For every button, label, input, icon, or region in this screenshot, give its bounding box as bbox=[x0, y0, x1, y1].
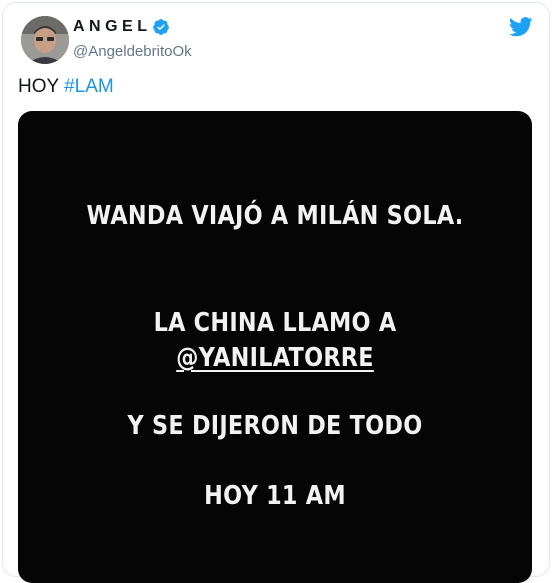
hashtag-link[interactable]: #LAM bbox=[64, 76, 114, 97]
story-text-line-1: WANDA VIAJÓ A MILÁN SOLA. bbox=[86, 201, 464, 231]
tweet-text: HOY #LAM bbox=[18, 76, 114, 98]
avatar[interactable] bbox=[21, 16, 69, 64]
tweet-text-prefix: HOY bbox=[18, 76, 65, 97]
author-handle[interactable]: @AngeldebritoOk bbox=[73, 43, 192, 60]
author-name[interactable]: ANGEL bbox=[73, 18, 152, 36]
story-text-line-5: HOY 11 AM bbox=[204, 481, 346, 511]
story-text-line-4: Y SE DIJERON DE TODO bbox=[127, 411, 423, 441]
verified-badge-icon bbox=[152, 19, 169, 35]
story-text-line-3: @YANILATORRE bbox=[54, 343, 496, 373]
twitter-bird-icon[interactable] bbox=[509, 17, 533, 37]
story-mention: @YANILATORRE bbox=[176, 343, 374, 373]
tweet-media-image[interactable]: WANDA VIAJÓ A MILÁN SOLA. LA CHINA LLAMO… bbox=[18, 111, 532, 583]
story-text-line-2: LA CHINA LLAMO A bbox=[153, 308, 397, 338]
